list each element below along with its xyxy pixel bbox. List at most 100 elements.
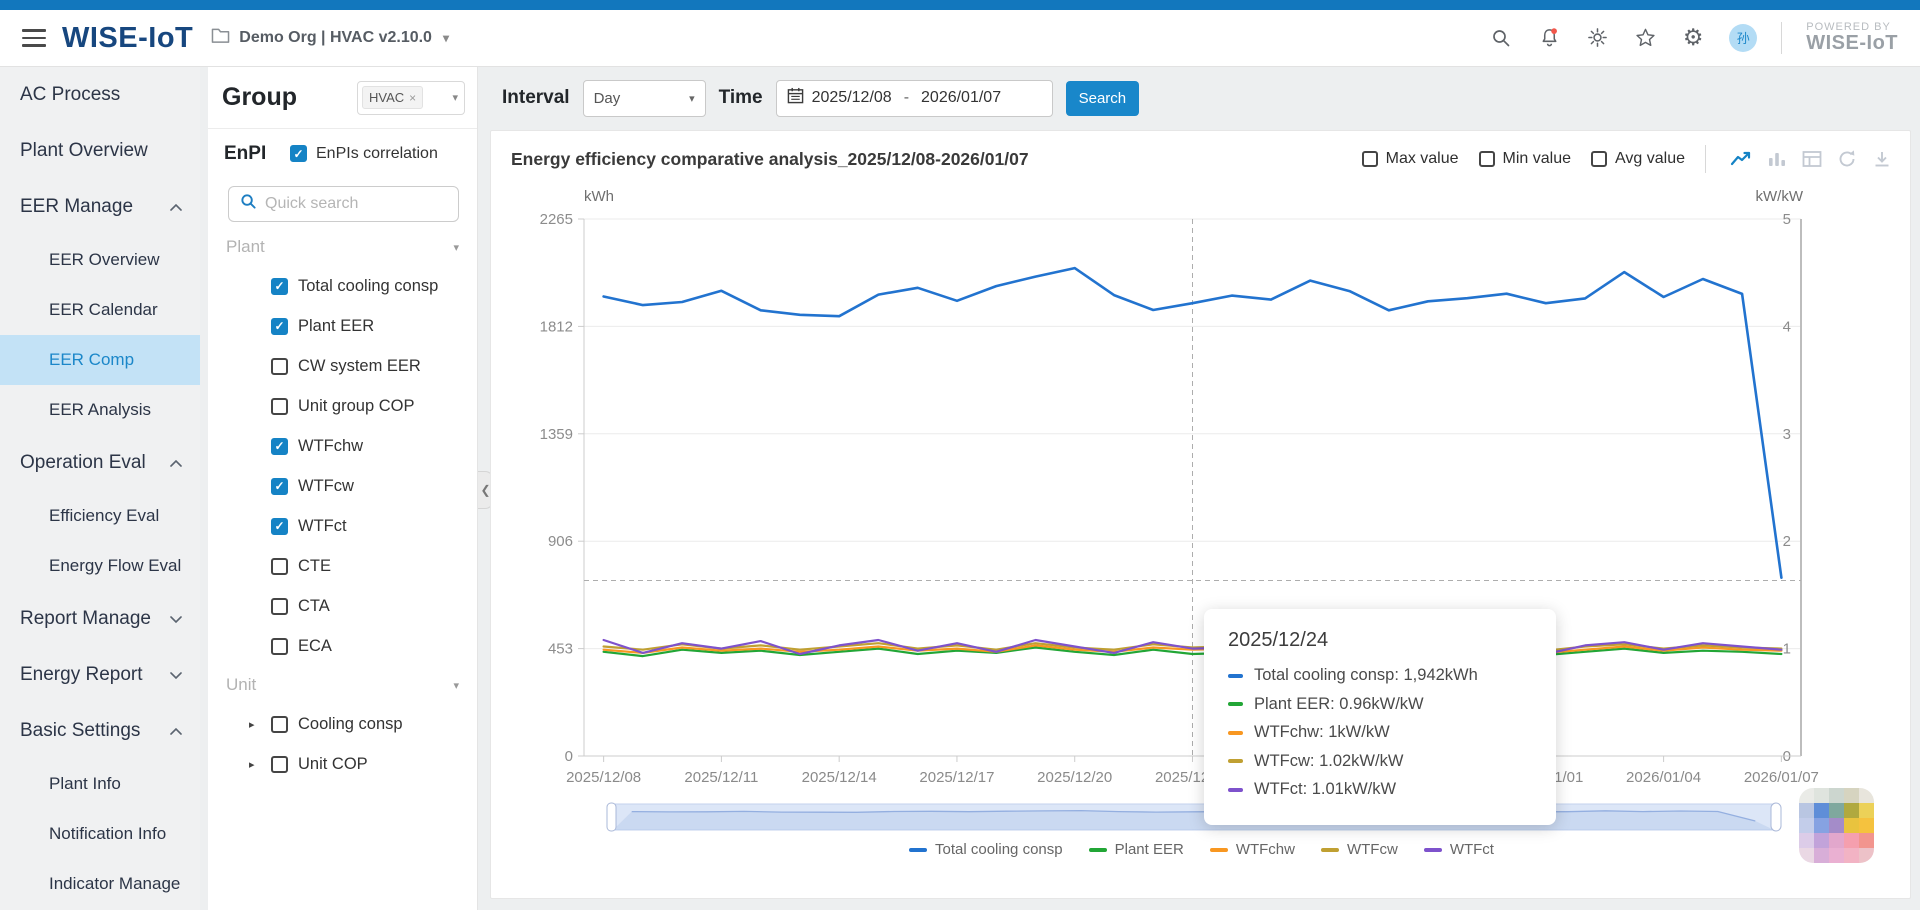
download-icon[interactable] [1872, 149, 1892, 169]
chevron-down-icon [170, 616, 182, 623]
checkbox[interactable] [1591, 151, 1607, 167]
svg-text:2025/12/11: 2025/12/11 [684, 769, 758, 786]
sidebar-item-indicator-manage[interactable]: Indicator Manage [0, 859, 200, 909]
legend-item-plant-eer[interactable]: Plant EER [1089, 841, 1184, 858]
checkbox[interactable] [271, 638, 288, 655]
enpi-item-eca[interactable]: ECA [208, 626, 477, 666]
tooltip-row-text: WTFct: 1.01kW/kW [1254, 780, 1396, 799]
tooltip-row-text: WTFcw: 1.02kW/kW [1254, 752, 1403, 771]
enpi-item-plant-eer[interactable]: ✓Plant EER [208, 306, 477, 346]
checkbox[interactable] [271, 558, 288, 575]
legend-item-total-cooling-consp[interactable]: Total cooling consp [909, 841, 1063, 858]
enpi-item-cw-system-eer[interactable]: CW system EER [208, 346, 477, 386]
notifications-bell-icon[interactable] [1537, 26, 1561, 50]
checkbox-label: Max value [1386, 150, 1459, 168]
sidebar-item-eer-calendar[interactable]: EER Calendar [0, 285, 200, 335]
enpi-correlation-checkbox[interactable]: ✓ EnPIs correlation [290, 145, 438, 163]
checkbox[interactable] [1362, 151, 1378, 167]
legend-item-wtfct[interactable]: WTFct [1424, 841, 1494, 858]
sidebar-item-basic-settings[interactable]: Basic Settings [0, 703, 200, 759]
sidebar-item-energy-report[interactable]: Energy Report [0, 647, 200, 703]
interval-select[interactable]: Day ▾ [583, 80, 706, 117]
org-selector[interactable]: Demo Org | HVAC v2.10.0 ▾ [211, 27, 449, 49]
sidebar-item-ac-process[interactable]: AC Process [0, 67, 200, 123]
checkbox[interactable] [271, 716, 288, 733]
chart-plot[interactable]: 0453906135918122265012345kWhkW/kW2025/12… [491, 131, 1912, 900]
checkbox-label: Avg value [1615, 150, 1685, 168]
avg-value-checkbox[interactable]: Avg value [1591, 150, 1685, 168]
quick-search-box[interactable] [228, 186, 459, 222]
pixel-cell [1799, 818, 1814, 833]
checkbox[interactable] [1479, 151, 1495, 167]
settings-gear-icon[interactable]: ⚙ [1681, 26, 1705, 50]
max-value-checkbox[interactable]: Max value [1362, 150, 1459, 168]
group-tag[interactable]: HVAC × [362, 86, 423, 109]
legend-item-wtfcw[interactable]: WTFcw [1321, 841, 1398, 858]
enpi-item-wtfchw[interactable]: ✓ WTFchw [208, 426, 477, 466]
enpi-item-cta[interactable]: CTA [208, 586, 477, 626]
checkbox[interactable] [271, 756, 288, 773]
search-icon[interactable] [1489, 26, 1513, 50]
chevron-down-icon: ▾ [443, 31, 449, 45]
brightness-icon[interactable] [1585, 26, 1609, 50]
section-header-unit[interactable]: Unit▾ [208, 666, 477, 704]
enpi-item-unit-group-cop[interactable]: Unit group COP [208, 386, 477, 426]
checkbox[interactable] [271, 398, 288, 415]
sidebar-item-plant-info[interactable]: Plant Info [0, 759, 200, 809]
time-range-picker[interactable]: 2025/12/08 - 2026/01/07 [776, 80, 1053, 117]
sidebar-item-report-manage[interactable]: Report Manage [0, 591, 200, 647]
favorites-star-icon[interactable] [1633, 26, 1657, 50]
enpi-item-unit-cop[interactable]: ▸Unit COP [208, 744, 477, 784]
sidebar-item-eer-comp[interactable]: EER Comp [0, 335, 200, 385]
pixel-cell [1844, 803, 1859, 818]
powered-by-line2: WISE-IoT [1806, 33, 1898, 54]
section-header-plant[interactable]: Plant▾ [208, 228, 477, 266]
pixel-cell [1814, 788, 1829, 803]
enpi-item-wtfcw[interactable]: ✓WTFcw [208, 466, 477, 506]
sidebar-item-eer-overview[interactable]: EER Overview [0, 235, 200, 285]
app-header: WISE-IoT Demo Org | HVAC v2.10.0 ▾ ⚙ 孙 P… [0, 10, 1920, 67]
avatar[interactable]: 孙 [1729, 24, 1757, 52]
enpi-item-cooling-consp[interactable]: ▸Cooling consp [208, 704, 477, 744]
checkbox[interactable]: ✓ [271, 438, 288, 455]
tooltip-row: WTFct: 1.01kW/kW [1228, 780, 1532, 799]
hamburger-menu-icon[interactable] [22, 29, 46, 47]
sidebar-item-plant-overview[interactable]: Plant Overview [0, 123, 200, 179]
svg-text:2025/12/08: 2025/12/08 [566, 769, 641, 786]
search-button[interactable]: Search [1066, 81, 1140, 116]
legend-label: WTFcw [1347, 841, 1398, 858]
group-multiselect[interactable]: HVAC × ▾ [357, 81, 465, 115]
sidebar-item-efficiency-eval[interactable]: Efficiency Eval [0, 491, 200, 541]
enpi-item-cte[interactable]: CTE [208, 546, 477, 586]
checkbox[interactable]: ✓ [271, 278, 288, 295]
quick-search-input[interactable] [265, 195, 458, 213]
enpi-label: EnPI [224, 143, 272, 165]
bar-chart-icon[interactable] [1767, 150, 1787, 168]
enpi-item-label: WTFchw [298, 437, 363, 456]
checkbox[interactable]: ✓ [271, 518, 288, 535]
tooltip-rows: Total cooling consp: 1,942kWhPlant EER: … [1228, 666, 1532, 799]
time-end-value: 2026/01/07 [921, 89, 1001, 107]
refresh-icon[interactable] [1837, 149, 1857, 169]
sidebar-item-eer-manage[interactable]: EER Manage [0, 179, 200, 235]
checkbox[interactable]: ✓ [271, 478, 288, 495]
sidebar-item-energy-flow-eval[interactable]: Energy Flow Eval [0, 541, 200, 591]
enpi-item-wtfct[interactable]: ✓WTFct [208, 506, 477, 546]
tag-remove-icon[interactable]: × [409, 91, 416, 105]
expand-arrow-icon[interactable]: ▸ [249, 718, 261, 731]
svg-text:453: 453 [548, 641, 573, 658]
sidebar-item-eer-analysis[interactable]: EER Analysis [0, 385, 200, 435]
checkbox[interactable]: ✓ [290, 145, 307, 162]
checkbox[interactable] [271, 358, 288, 375]
checkbox[interactable] [271, 598, 288, 615]
table-view-icon[interactable] [1802, 150, 1822, 168]
enpi-item-total-cooling-consp[interactable]: ✓Total cooling consp [208, 266, 477, 306]
line-chart-icon[interactable] [1730, 150, 1752, 168]
min-value-checkbox[interactable]: Min value [1479, 150, 1571, 168]
sidebar-item-operation-eval[interactable]: Operation Eval [0, 435, 200, 491]
legend-item-wtfchw[interactable]: WTFchw [1210, 841, 1295, 858]
sidebar-item-notification-info[interactable]: Notification Info [0, 809, 200, 859]
expand-arrow-icon[interactable]: ▸ [249, 758, 261, 771]
checkbox[interactable]: ✓ [271, 318, 288, 335]
chevron-up-icon [170, 460, 182, 467]
